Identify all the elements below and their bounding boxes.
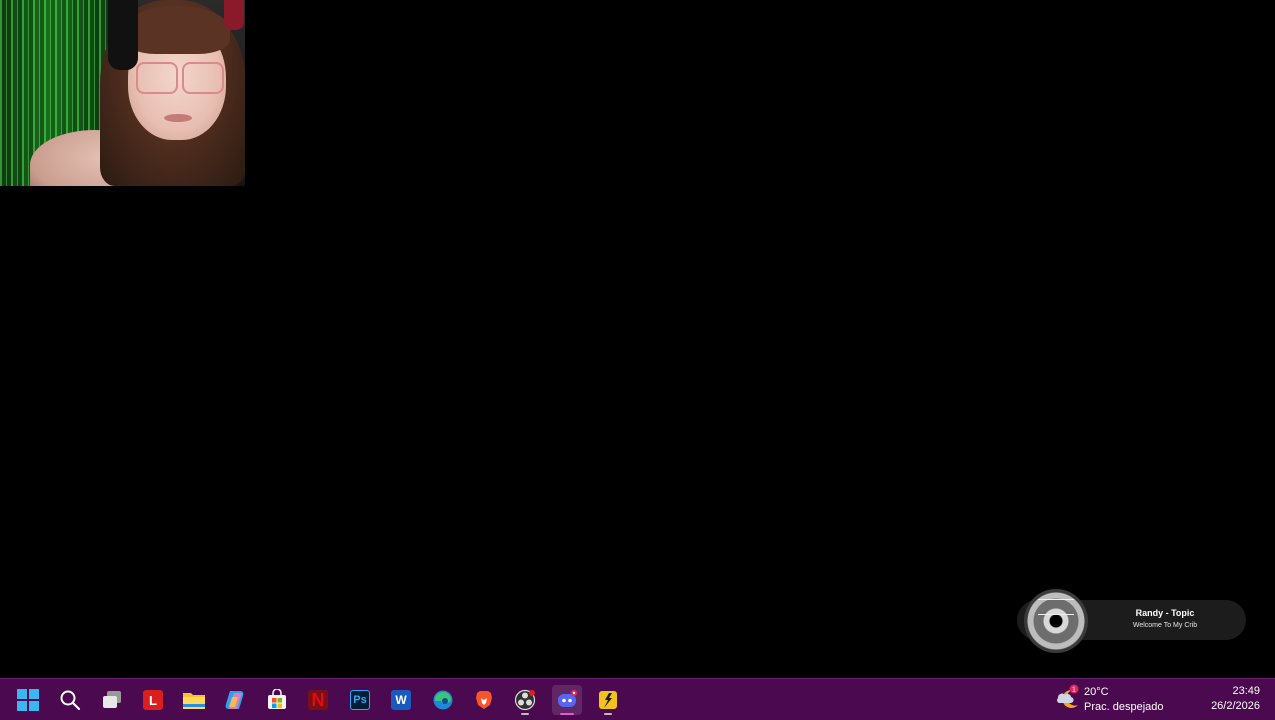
- netflix[interactable]: N: [303, 685, 333, 715]
- partly-cloudy-night-icon: 1: [1057, 684, 1079, 708]
- word[interactable]: W: [386, 685, 416, 715]
- copilot-icon: [225, 691, 244, 709]
- netflix-icon: N: [308, 690, 328, 710]
- task-view-button[interactable]: [97, 685, 127, 715]
- runner-icon: [599, 691, 617, 709]
- photoshop-icon: Ps: [350, 690, 370, 710]
- active-indicator: [560, 713, 574, 715]
- start-button[interactable]: [13, 685, 43, 715]
- search-button[interactable]: [55, 685, 85, 715]
- obs-icon: [514, 689, 536, 711]
- photoshop[interactable]: Ps: [345, 685, 375, 715]
- app-runner[interactable]: [593, 685, 623, 715]
- webcam-overlay: [0, 0, 245, 186]
- running-indicator: [521, 713, 529, 715]
- task-view-icon: [103, 691, 121, 708]
- discord[interactable]: [552, 685, 582, 715]
- weather-badge: 1: [1072, 687, 1076, 694]
- word-icon: W: [391, 690, 411, 710]
- search-icon: [60, 690, 81, 711]
- file-explorer[interactable]: [179, 685, 209, 715]
- l-app-icon: L: [143, 690, 163, 710]
- clock-time: 23:49: [1232, 685, 1260, 697]
- media-info: Randy - Topic Welcome To My Crib: [1100, 606, 1230, 632]
- brave-icon: [476, 691, 492, 709]
- weather-description: Prac. despejado: [1084, 701, 1164, 713]
- media-subtitle: Welcome To My Crib: [1132, 622, 1198, 629]
- weather-widget[interactable]: 1 20°C Prac. despejado: [1052, 680, 1182, 718]
- media-title: Randy - Topic: [1135, 608, 1195, 618]
- folder-icon: [183, 693, 205, 709]
- windows-logo-icon: [17, 689, 39, 711]
- copilot[interactable]: [220, 685, 250, 715]
- system-clock[interactable]: 23:49 26/2/2026: [1190, 684, 1260, 714]
- microsoft-store[interactable]: [262, 685, 292, 715]
- obs-studio[interactable]: [510, 685, 540, 715]
- app-l[interactable]: L: [138, 685, 168, 715]
- weather-temperature: 20°C: [1084, 686, 1109, 698]
- edge[interactable]: [428, 685, 458, 715]
- running-indicator: [604, 713, 612, 715]
- store-icon: [268, 689, 286, 709]
- brave[interactable]: [469, 685, 499, 715]
- clock-date: 26/2/2026: [1211, 700, 1260, 712]
- edge-icon: [433, 690, 453, 710]
- discord-icon: [558, 689, 578, 707]
- album-art: [1024, 589, 1088, 653]
